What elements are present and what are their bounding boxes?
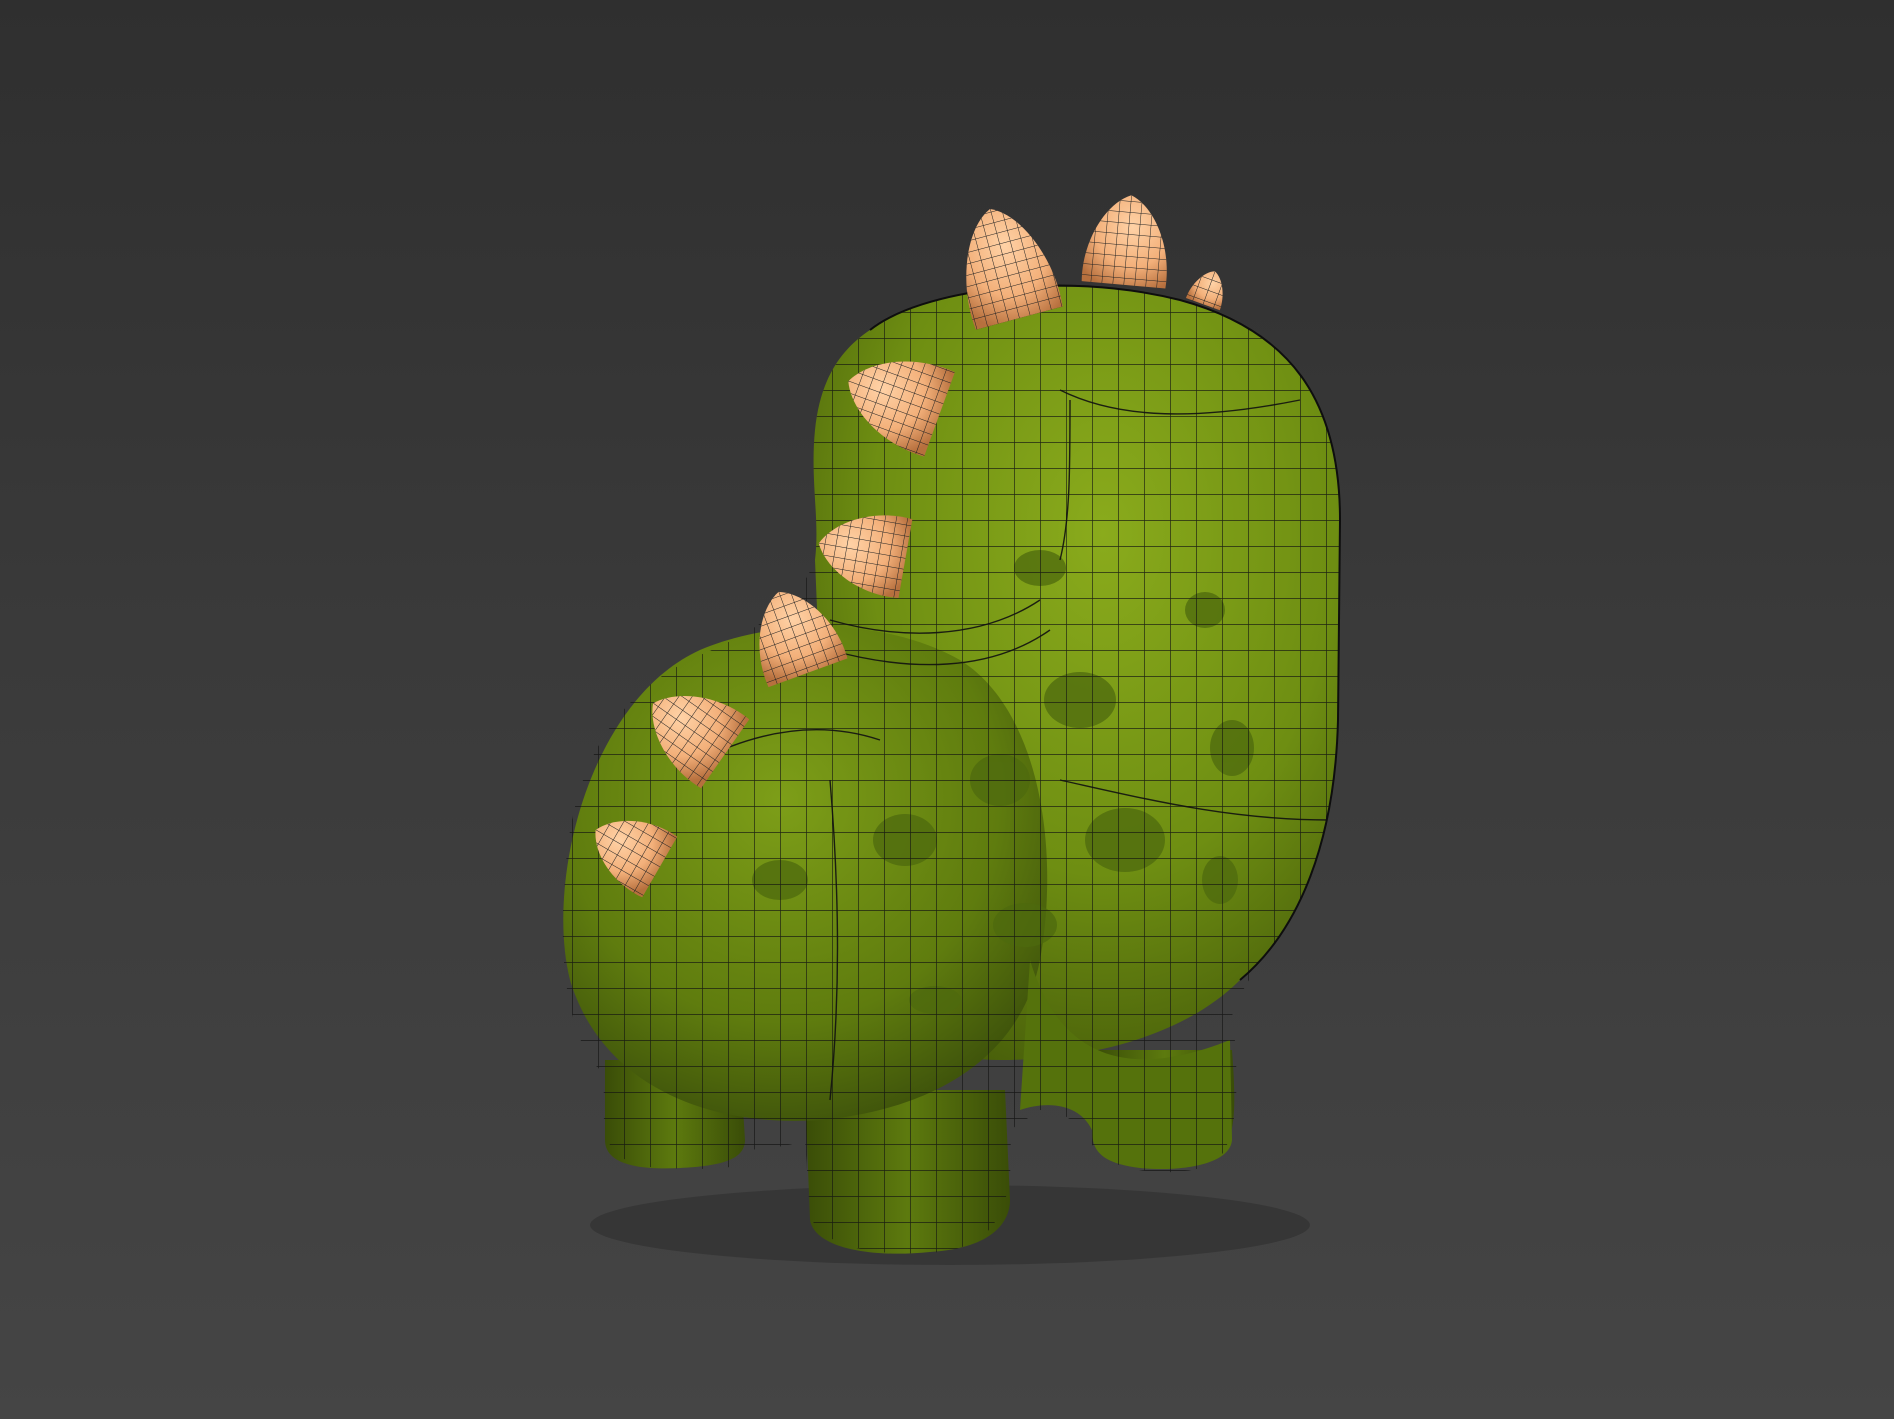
body-wireframe [562, 285, 1340, 1254]
dino-body[interactable] [540, 270, 1360, 1270]
viewport-render[interactable] [0, 0, 1894, 1419]
spike-2 [1081, 195, 1167, 289]
3d-viewport[interactable] [0, 0, 1894, 1419]
